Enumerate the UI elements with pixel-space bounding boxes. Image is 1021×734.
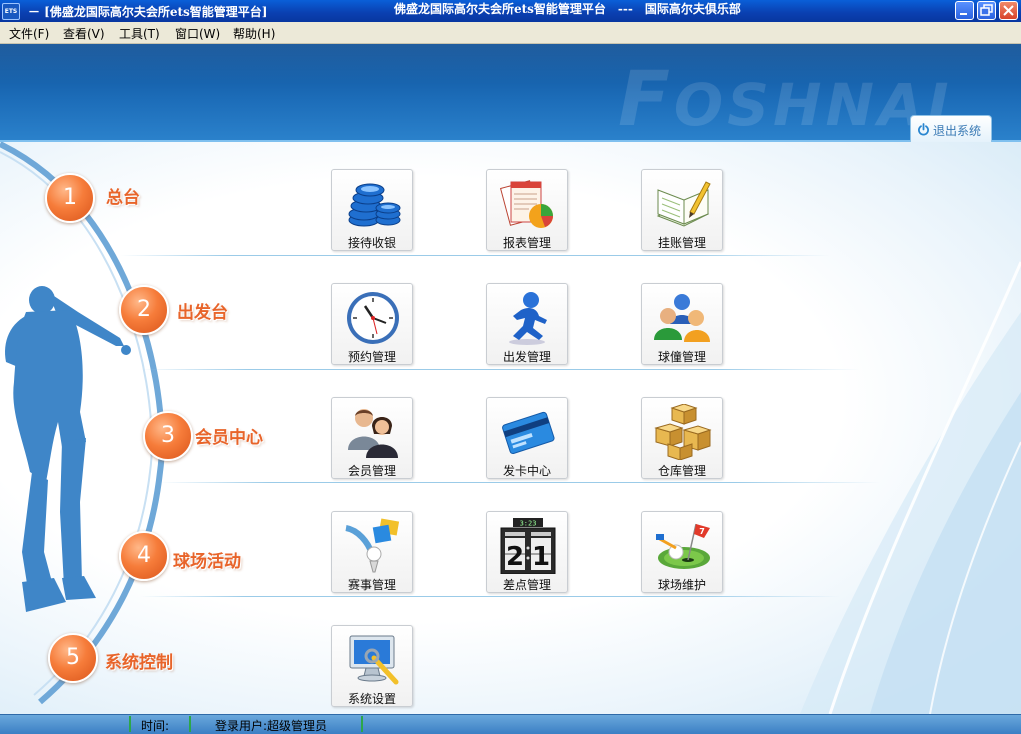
score-top: 3:23: [520, 520, 537, 528]
brand-first: F: [618, 54, 674, 142]
section-number: 4: [119, 531, 169, 581]
section-label-course-activity: 球场活动: [173, 552, 241, 572]
tile-label: 球僮管理: [657, 350, 706, 364]
notebook-pencil-icon: [656, 181, 711, 227]
tile-course-maintenance[interactable]: 7 球场维护: [641, 511, 723, 593]
row-divider: [120, 255, 830, 256]
tile-label: 报表管理: [502, 236, 551, 250]
logout-label: 退出系统: [933, 124, 982, 138]
logout-button[interactable]: 退出系统: [910, 115, 992, 142]
row-divider: [160, 482, 880, 483]
status-divider: [361, 716, 363, 732]
tile-handicap-management[interactable]: 3:23 2 1 差点管理: [486, 511, 568, 593]
section-number: 5: [48, 633, 98, 683]
power-icon: [918, 123, 929, 136]
section-label-member-center: 会员中心: [195, 428, 263, 448]
window-title: － [佛盛龙国际高尔夫会所ets智能管理平台]: [28, 5, 268, 19]
section-label-system-control: 系统控制: [105, 653, 173, 673]
section-number: 3: [143, 411, 193, 461]
restore-button[interactable]: [977, 1, 996, 20]
tile-label: 接待收银: [347, 236, 396, 250]
golfer-silhouette: [5, 286, 131, 612]
main-panel: 1 总台 2 出发台 3 会员中心 4 球场活动 5 系统控制 接待收银 报表管…: [0, 142, 1021, 714]
menu-bar: 文件(F) 查看(V) 工具(T) 窗口(W) 帮助(H): [0, 22, 1021, 44]
monitor-settings-icon: [349, 635, 399, 685]
members-icon: [348, 409, 398, 458]
header-banner: FOSHNAL: [0, 44, 1021, 142]
tile-reception-cashier[interactable]: 接待收银: [331, 169, 413, 251]
row-divider: [140, 596, 840, 597]
section-label-front-desk: 总台: [106, 188, 140, 208]
section-label-starter: 出发台: [177, 303, 228, 323]
menu-tools[interactable]: 工具(T): [119, 25, 160, 42]
tile-label: 赛事管理: [347, 578, 396, 592]
tile-reservation-management[interactable]: 预约管理: [331, 283, 413, 365]
coins-icon: [348, 183, 401, 227]
score-home: 2: [506, 542, 524, 572]
golf-tee-icon: [345, 518, 400, 573]
status-bar: 时间: 登录用户:超级管理员: [0, 714, 1021, 734]
app-icon[interactable]: ETS: [2, 3, 20, 20]
flag-number: 7: [699, 527, 705, 536]
tile-label: 发卡中心: [502, 464, 551, 478]
tile-card-center[interactable]: 发卡中心: [486, 397, 568, 479]
people-group-icon: [654, 294, 710, 342]
tile-tournament-management[interactable]: 赛事管理: [331, 511, 413, 593]
tile-report-management[interactable]: 报表管理: [486, 169, 568, 251]
tile-label: 系统设置: [347, 692, 396, 706]
close-icon: [1003, 5, 1014, 16]
tile-departure-management[interactable]: 出发管理: [486, 283, 568, 365]
minimize-button[interactable]: [955, 1, 974, 20]
window-title-center: 佛盛龙国际高尔夫会所ets智能管理平台 --- 国际高尔夫俱乐部: [394, 2, 741, 16]
card-icon: [502, 411, 555, 455]
menu-file[interactable]: 文件(F): [9, 25, 49, 42]
tile-label: 会员管理: [347, 464, 396, 478]
minimize-icon: [960, 13, 967, 15]
tile-label: 球场维护: [657, 578, 706, 592]
section-number: 2: [119, 285, 169, 335]
tile-warehouse-management[interactable]: 仓库管理: [641, 397, 723, 479]
tile-label: 预约管理: [347, 350, 396, 364]
score-visitor: 1: [532, 542, 550, 572]
boxes-icon: [654, 404, 712, 460]
row-divider: [140, 369, 860, 370]
tile-caddie-management[interactable]: 球僮管理: [641, 283, 723, 365]
menu-view[interactable]: 查看(V): [63, 25, 105, 42]
report-chart-icon: [499, 180, 553, 228]
restore-icon: [980, 4, 993, 16]
status-time-label: 时间:: [141, 719, 170, 733]
menu-help[interactable]: 帮助(H): [233, 25, 275, 42]
status-user-cell: 登录用户:超级管理员: [189, 716, 361, 733]
tile-system-settings[interactable]: 系统设置: [331, 625, 413, 707]
clock-icon: [347, 292, 399, 344]
tile-member-management[interactable]: 会员管理: [331, 397, 413, 479]
scoreboard-icon: 3:23 2 1: [500, 518, 556, 574]
tile-label: 挂账管理: [657, 236, 706, 250]
tile-label: 出发管理: [502, 350, 551, 364]
menu-window[interactable]: 窗口(W): [175, 25, 220, 42]
running-person-icon: [509, 292, 547, 345]
status-time-cell: 时间:: [129, 716, 189, 733]
title-bar: ETS － [佛盛龙国际高尔夫会所ets智能管理平台] 佛盛龙国际高尔夫会所et…: [0, 0, 1021, 22]
status-user-label: 登录用户:超级管理员: [215, 719, 328, 733]
golf-green-icon: 7: [656, 523, 710, 569]
section-number: 1: [45, 173, 95, 223]
tile-label: 差点管理: [502, 578, 551, 592]
tile-label: 仓库管理: [657, 464, 706, 478]
tile-credit-management[interactable]: 挂账管理: [641, 169, 723, 251]
close-button[interactable]: [999, 1, 1018, 20]
